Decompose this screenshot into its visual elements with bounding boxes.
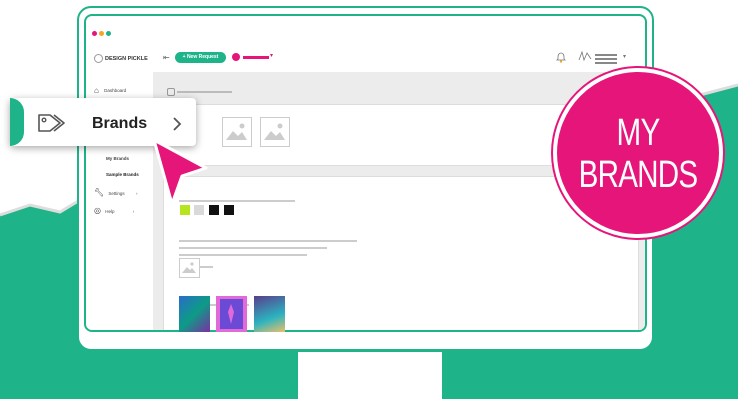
cursor-pointer-icon bbox=[152, 138, 208, 206]
breadcrumb-placeholder bbox=[177, 91, 232, 93]
sidebar-item-label: Help bbox=[105, 209, 115, 214]
signature-icon[interactable] bbox=[578, 50, 592, 62]
hours-progress-bar bbox=[243, 56, 269, 59]
sidebar-item-settings[interactable]: 🔧︎ Settings › bbox=[94, 188, 137, 197]
chevron-right-icon: › bbox=[132, 209, 135, 214]
badge-line-1: MY bbox=[616, 112, 661, 154]
image-placeholder[interactable] bbox=[260, 117, 290, 147]
window-minimize-dot[interactable] bbox=[99, 31, 104, 36]
sidebar-item-sample-brands[interactable]: Sample Brands bbox=[106, 172, 139, 177]
color-swatch[interactable] bbox=[224, 205, 234, 215]
chevron-right-icon: › bbox=[135, 191, 138, 196]
tags-icon bbox=[38, 114, 65, 132]
badge-line-2: BRANDS bbox=[578, 154, 699, 196]
tag-icon bbox=[167, 88, 175, 96]
chevron-down-icon[interactable]: ▾ bbox=[270, 52, 273, 59]
wrench-icon: 🔧︎ bbox=[94, 188, 105, 197]
monitor-stand bbox=[298, 352, 442, 399]
new-request-button[interactable]: + New Request bbox=[175, 52, 226, 63]
sidebar-item-label: Dashboard bbox=[104, 87, 127, 93]
clock-icon[interactable] bbox=[232, 53, 240, 61]
account-chevron-icon[interactable]: ▾ bbox=[623, 53, 626, 60]
home-icon: ⌂ bbox=[94, 86, 99, 95]
text-placeholder bbox=[179, 247, 327, 249]
collapse-sidebar-icon[interactable]: ⇤ bbox=[163, 53, 170, 62]
brand-asset-thumbnail[interactable] bbox=[254, 296, 285, 332]
logo-placeholder[interactable] bbox=[179, 258, 200, 278]
brands-label: Brands bbox=[92, 115, 148, 132]
text-placeholder bbox=[179, 240, 357, 242]
sidebar-item-dashboard[interactable]: ⌂ Dashboard bbox=[94, 86, 126, 95]
brand-asset-thumbnail[interactable] bbox=[179, 296, 210, 332]
help-icon: ◎ bbox=[94, 206, 101, 215]
logo-icon bbox=[94, 54, 103, 63]
sidebar-item-label: Sample Brands bbox=[106, 172, 139, 177]
sidebar-item-label: Settings bbox=[108, 191, 125, 196]
my-brands-badge: MY BRANDS bbox=[553, 68, 723, 238]
chevron-right-icon bbox=[173, 117, 182, 131]
bell-icon[interactable] bbox=[556, 52, 566, 63]
brand-asset-thumbnail[interactable] bbox=[216, 296, 247, 332]
window-close-dot[interactable] bbox=[92, 31, 97, 36]
app-logo[interactable]: DESIGN PICKLE bbox=[94, 54, 148, 63]
sidebar-item-label: My Brands bbox=[106, 156, 130, 161]
logo-text: DESIGN PICKLE bbox=[105, 55, 148, 62]
account-menu-icon[interactable] bbox=[595, 54, 617, 66]
image-placeholder[interactable] bbox=[222, 117, 252, 147]
callout-accent bbox=[10, 98, 24, 146]
text-placeholder bbox=[179, 254, 307, 256]
sidebar-item-help[interactable]: ◎ Help › bbox=[94, 206, 134, 215]
sidebar-item-my-brands[interactable]: My Brands bbox=[106, 156, 129, 161]
window-maximize-dot[interactable] bbox=[106, 31, 111, 36]
